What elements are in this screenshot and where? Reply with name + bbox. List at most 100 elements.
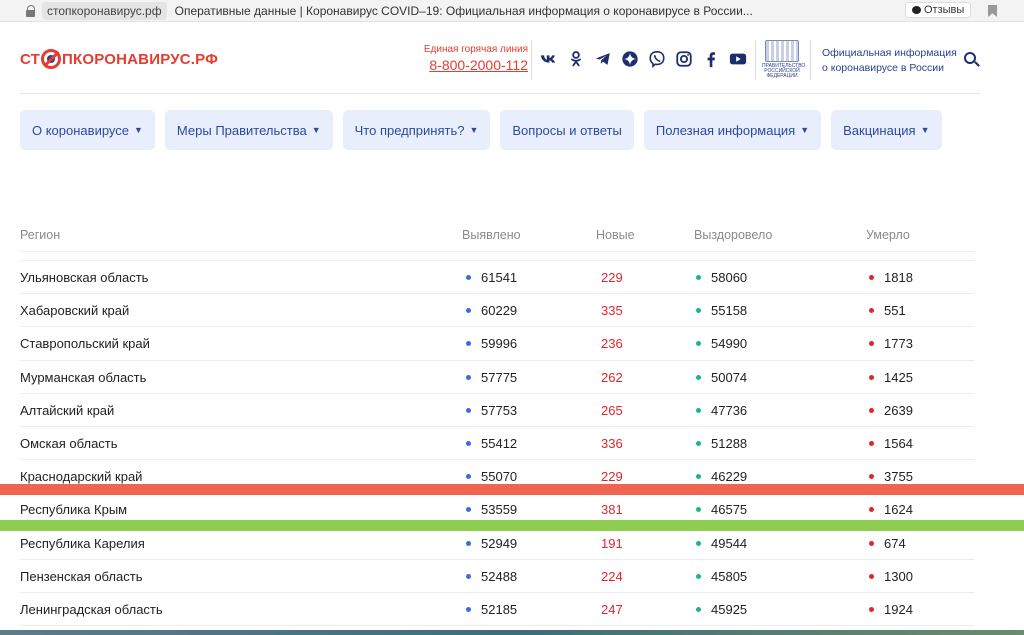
cell-new: 191	[601, 527, 623, 560]
telegram-icon[interactable]	[594, 50, 612, 68]
site-logo[interactable]: СТ ПКОРОНАВИРУС .РФ	[20, 49, 218, 69]
instagram-icon[interactable]	[675, 50, 693, 68]
cell-recovered: 47736	[696, 394, 747, 427]
nav-tab-label: Меры Правительства	[176, 122, 307, 138]
status-dot-icon	[869, 407, 874, 413]
cell-new: 262	[601, 361, 623, 394]
nav-tab[interactable]: Вакцинация ▼	[831, 110, 942, 150]
cell-value: 335	[601, 303, 623, 319]
col-header-recovered[interactable]: Выздоровело	[694, 228, 772, 242]
nav-tab[interactable]: Вопросы и ответы	[500, 110, 634, 150]
nav-tab[interactable]: О коронавирусе ▼	[20, 110, 155, 150]
caret-down-icon: ▼	[469, 125, 479, 135]
cell-value: 247	[601, 601, 623, 617]
nav-tab[interactable]: Что предпринять? ▼	[342, 110, 491, 150]
cell-value: 1300	[884, 568, 913, 584]
table-row: Алтайский край 57753 265 47736 2639	[20, 394, 974, 427]
cell-value: 336	[601, 435, 623, 451]
table-row: Республика Карелия 52949 191 49544 674	[20, 527, 974, 560]
cell-value: 47736	[711, 402, 748, 418]
cell-value: 50074	[711, 369, 748, 385]
yandex-zen-icon[interactable]	[621, 50, 639, 68]
table-row: Ленинградская область 52185 247 45925 1924	[20, 593, 974, 627]
cell-value: 59996	[481, 336, 518, 352]
cell-value: 57775	[481, 369, 518, 385]
cell-detected: 55412	[466, 427, 517, 460]
cell-value: 1624	[884, 502, 913, 518]
caret-down-icon: ▼	[311, 125, 321, 135]
status-dot-icon	[466, 341, 471, 347]
cell-value: 1425	[884, 369, 913, 385]
reviews-label: Отзывы	[924, 4, 965, 16]
odnoklassniki-icon[interactable]	[567, 50, 585, 68]
status-dot-icon	[466, 308, 471, 314]
cell-value: Мурманская область	[20, 369, 147, 385]
hotline-phone-link[interactable]: 8-800-2000-112	[404, 57, 528, 73]
status-dot-icon	[869, 606, 874, 612]
status-dot-icon	[869, 507, 874, 513]
cell-new: 265	[601, 394, 623, 427]
youtube-icon[interactable]	[729, 50, 747, 68]
cell-new: 224	[601, 560, 623, 593]
status-dot-icon	[696, 341, 701, 347]
lock-icon	[26, 4, 36, 17]
table-header: Регион Выявлено Новые Выздоровело Умерло	[20, 222, 974, 252]
table-row: Ульяновская область 61541 229 58060 1818	[20, 261, 974, 295]
cell-detected: 57753	[466, 394, 517, 427]
cell-value: Республика Карелия	[20, 535, 145, 551]
cell-region: Ленинградская область	[20, 593, 163, 626]
status-dot-icon	[869, 573, 874, 579]
cell-value: 57753	[481, 402, 518, 418]
cell-new: 336	[601, 427, 623, 460]
cell-detected: 57775	[466, 361, 517, 394]
highlight-bar-green	[0, 520, 1024, 531]
col-header-detected[interactable]: Выявлено	[462, 228, 521, 242]
status-dot-icon	[696, 407, 701, 413]
search-button[interactable]	[963, 51, 981, 69]
table-row: Омская область 55412 336 51288 1564	[20, 427, 974, 461]
bookmark-icon[interactable]	[988, 5, 997, 17]
col-header-new[interactable]: Новые	[596, 228, 635, 242]
divider	[531, 40, 532, 80]
cell-region: Республика Карелия	[20, 527, 145, 560]
cell-value: 60229	[481, 303, 518, 319]
cell-value: 229	[601, 469, 623, 485]
reviews-button[interactable]: Отзывы	[905, 2, 972, 18]
status-dot-icon	[696, 441, 701, 446]
cell-value: 265	[601, 402, 623, 418]
col-header-died[interactable]: Умерло	[866, 228, 910, 242]
address-domain[interactable]: стопкоронавирус.рф	[42, 1, 167, 20]
cell-value: 1818	[884, 270, 913, 285]
header-divider	[20, 93, 980, 94]
caret-down-icon: ▼	[134, 125, 143, 135]
cell-value: 46229	[711, 469, 748, 485]
cell-value: 54990	[711, 336, 748, 352]
divider	[810, 40, 811, 80]
cell-died: 2639	[869, 394, 913, 427]
viber-icon[interactable]	[648, 50, 666, 68]
cell-recovered: 58060	[696, 261, 747, 294]
cell-value: 51288	[711, 435, 748, 451]
cell-value: Краснодарский край	[20, 469, 143, 485]
col-header-region[interactable]: Регион	[20, 228, 60, 242]
cell-value: 262	[601, 369, 623, 385]
cell-region: Ставропольский край	[20, 327, 150, 360]
cell-new: 236	[601, 327, 623, 360]
cell-died: 1425	[869, 361, 913, 394]
cell-value: 55158	[711, 303, 748, 319]
nav-tab[interactable]: Полезная информация ▼	[643, 110, 822, 150]
nav-tab[interactable]: Меры Правительства ▼	[164, 110, 333, 150]
cell-detected: 52185	[466, 593, 517, 626]
facebook-icon[interactable]	[702, 50, 720, 68]
cell-value: 551	[884, 303, 906, 319]
status-dot-icon	[466, 275, 471, 281]
official-info-link[interactable]: Официальная информация о коронавирусе в …	[822, 46, 962, 76]
table-row: Хабаровский край 60229 335 55158 551	[20, 294, 974, 328]
vk-icon[interactable]	[540, 50, 558, 68]
status-dot-icon	[696, 573, 701, 579]
divider	[755, 40, 756, 80]
government-emblem[interactable]: ПРАВИТЕЛЬСТВО РОССИЙСКОЙ ФЕДЕРАЦИИ	[762, 40, 805, 82]
status-dot-icon	[696, 606, 701, 612]
cell-region: Омская область	[20, 427, 118, 460]
social-links	[540, 50, 747, 68]
